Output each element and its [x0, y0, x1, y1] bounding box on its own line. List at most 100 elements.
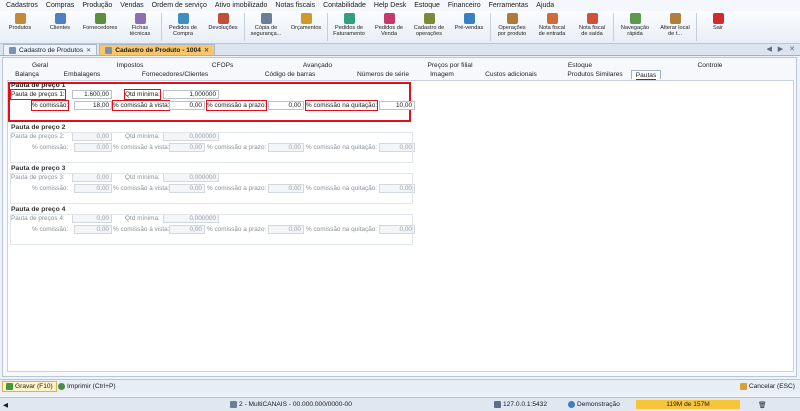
pauta-group: Pauta de preço 1 Pauta de preços 1: 1.600,… — [10, 82, 415, 112]
toolbar-button[interactable]: Fichas técnicas — [120, 11, 160, 44]
return-icon — [217, 13, 229, 24]
menu-item[interactable]: Compras — [42, 0, 78, 11]
sheet-icon — [134, 13, 146, 24]
toolbar-button[interactable]: Alterar local de t... — [655, 11, 695, 44]
close-icon[interactable]: ✕ — [86, 47, 91, 54]
quick-nav-icon — [629, 13, 641, 24]
pauta-title: Pauta de preço 1 — [11, 82, 66, 89]
toolbar-button[interactable]: Cópia de segurança... — [246, 11, 286, 44]
tab-row-2: Balança Embalagens Fornecedores/Clientes Có… — [5, 70, 661, 79]
tab-geral[interactable]: Geral — [5, 61, 75, 70]
toolbar-separator — [244, 13, 245, 41]
toolbar-label-line2: por produto — [497, 31, 527, 38]
tab-c-digo-de-barras[interactable]: Código de barras — [235, 70, 345, 79]
print-button[interactable]: Imprimir (Ctrl+P) — [55, 381, 119, 392]
toolbar-button[interactable]: Fornecedores — [80, 11, 120, 44]
server-icon — [494, 401, 501, 408]
toolbar-button[interactable]: Nota fiscal de entrada — [532, 11, 572, 44]
cancel-button[interactable]: Cancelar (ESC) — [737, 381, 798, 392]
tab-controle[interactable]: Controle — [635, 61, 785, 70]
document-tab[interactable]: Cadastro de Produto - 1004 ✕ — [99, 44, 215, 55]
pauta-title: Pauta de preço 4 — [11, 206, 66, 213]
tab-estoque[interactable]: Estoque — [525, 61, 635, 70]
qty-field[interactable]: 1,000000 — [163, 90, 219, 99]
status-bar: ◀ 2 - MultiCANAIS - 00.000.000/0000-00 1… — [0, 397, 800, 411]
user-status: Demonstração — [568, 401, 620, 408]
save-button[interactable]: Gravar (F10) — [2, 381, 57, 392]
user-icon — [568, 401, 575, 408]
supplier-icon — [94, 13, 106, 24]
menu-item[interactable]: Notas fiscais — [271, 0, 319, 11]
menu-item[interactable]: Ordem de serviço — [148, 0, 211, 11]
toolbar-button[interactable]: Pedidos de Venda — [369, 11, 409, 44]
product-form: Geral Impostos CFOPs Avançado Preços por fil… — [2, 57, 797, 377]
toolbar-button[interactable]: Pré-vendas — [449, 11, 489, 44]
commission-term-label: % comissão a prazo: — [205, 100, 268, 111]
toolbar-label: Sair — [713, 25, 723, 31]
tab-avan-ado[interactable]: Avançado — [260, 61, 375, 70]
commission-cash-field[interactable]: 0,00 — [169, 101, 205, 110]
tab-fornecedores-clientes[interactable]: Fornecedores/Clientes — [115, 70, 235, 79]
pauta-group-border — [10, 173, 413, 204]
menu-item[interactable]: Help Desk — [370, 0, 410, 11]
tab-cfops[interactable]: CFOPs — [185, 61, 260, 70]
menu-bar: Cadastros Compras Produção Vendas Ordem de s… — [0, 0, 800, 11]
box-icon — [14, 13, 26, 24]
commission-term-field[interactable]: 0,00 — [268, 101, 304, 110]
tab-impostos[interactable]: Impostos — [75, 61, 185, 70]
pauta-group-border — [10, 214, 413, 245]
toolbar-button[interactable]: Operações por produto — [492, 11, 532, 44]
qty-label: Qtd mínima: — [124, 89, 161, 100]
toolbar-label-line2: Compra — [173, 31, 193, 38]
save-label: Gravar (F10) — [15, 383, 53, 390]
tab-pautas[interactable]: Pautas — [631, 70, 661, 79]
toolbar-button[interactable]: Navegação rápida — [615, 11, 655, 44]
commission-settlement-field[interactable]: 10,00 — [379, 101, 415, 110]
menu-item[interactable]: Produção — [78, 0, 116, 11]
print-label: Imprimir (Ctrl+P) — [67, 383, 116, 390]
tab-n-meros-de-s-rie[interactable]: Números de série — [345, 70, 421, 79]
menu-item[interactable]: Ajuda — [532, 0, 558, 11]
toolbar-button[interactable]: Devoluções — [203, 11, 243, 44]
nf-out-icon — [586, 13, 598, 24]
toolbar-label-line2: operações — [415, 31, 443, 38]
commission-field[interactable]: 18,00 — [74, 101, 112, 110]
close-icon[interactable]: ✕ — [204, 47, 209, 54]
tab-nav-arrows[interactable]: ◀ ▶ ✕ — [766, 45, 797, 53]
exit-icon — [712, 13, 724, 24]
pautas-panel: Pauta de preço 1 Pauta de preços 1: 1.600,… — [7, 80, 794, 372]
toolbar-button[interactable]: Cadastro de operações — [409, 11, 449, 44]
toolbar-button[interactable]: Produtos — [0, 11, 40, 44]
document-tabs: Cadastro de Produtos ✕ Cadastro de Produto… — [0, 44, 800, 56]
toolbar-button[interactable]: Clientes — [40, 11, 80, 44]
toolbar-button[interactable]: Sair — [698, 11, 738, 44]
tab-embalagens[interactable]: Embalagens — [49, 70, 115, 79]
document-tab[interactable]: Cadastro de Produtos ✕ — [3, 44, 98, 55]
toolbar-label-line2: segurança... — [250, 31, 282, 38]
toolbar: Produtos Clientes Fornecedores Fichas técnic… — [0, 11, 800, 44]
document-tab-label: Cadastro de Produtos — [19, 46, 84, 54]
menu-item[interactable]: Cadastros — [2, 0, 42, 11]
trash-icon[interactable]: 🗑 — [758, 401, 766, 409]
document-icon — [105, 46, 113, 54]
menu-item[interactable]: Financeiro — [444, 0, 485, 11]
company-status[interactable]: 2 - MultiCANAIS - 00.000.000/0000-00 — [230, 401, 352, 408]
tab-balan-a[interactable]: Balança — [5, 70, 49, 79]
server-label: 127.0.0.1:5432 — [503, 401, 547, 408]
price-field[interactable]: 1.600,00 — [72, 90, 112, 99]
menu-item[interactable]: Estoque — [410, 0, 444, 11]
tab-produtos-similares[interactable]: Produtos Similares — [559, 70, 631, 79]
menu-item[interactable]: Contabilidade — [319, 0, 370, 11]
toolbar-button[interactable]: Nota fiscal de saída — [572, 11, 612, 44]
menu-item[interactable]: Vendas — [116, 0, 147, 11]
toolbar-button[interactable]: Orçamentos — [286, 11, 326, 44]
tab-imagem[interactable]: Imagem — [421, 70, 463, 79]
menu-item[interactable]: Ativo imobilizado — [211, 0, 272, 11]
tab-custos-adicionais[interactable]: Custos adicionais — [463, 70, 559, 79]
sale-icon — [383, 13, 395, 24]
menu-item[interactable]: Ferramentas — [485, 0, 533, 11]
toolbar-button[interactable]: Pedidos de Faturamento — [329, 11, 369, 44]
tab-pre-os-por-filial[interactable]: Preços por filial — [375, 61, 525, 70]
toolbar-button[interactable]: Pedidos de Compra — [163, 11, 203, 44]
server-status: 127.0.0.1:5432 — [494, 401, 547, 408]
